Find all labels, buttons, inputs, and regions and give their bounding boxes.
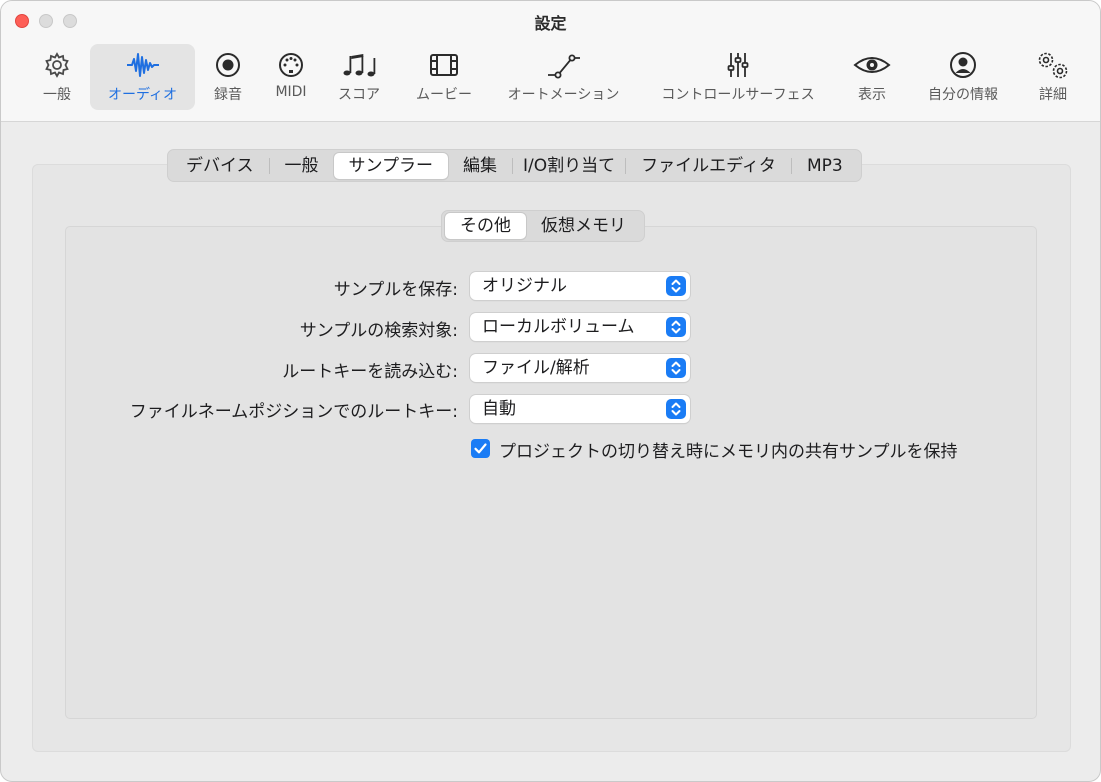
- toolbar-automation[interactable]: オートメーション: [498, 44, 629, 110]
- toolbar-record[interactable]: 録音: [206, 44, 250, 110]
- tab-edit[interactable]: 編集: [448, 153, 512, 179]
- toolbar-advanced[interactable]: 詳細: [1031, 44, 1075, 110]
- film-icon: [410, 50, 478, 80]
- eye-icon: [850, 50, 894, 80]
- keep-shared-samples-label: プロジェクトの切り替え時にメモリ内の共有サンプルを保持: [499, 442, 958, 462]
- toolbar-movie[interactable]: ムービー: [410, 44, 478, 110]
- person-icon: [919, 50, 1007, 80]
- window-title: 設定: [534, 14, 567, 33]
- tab-io-assignments[interactable]: I/O割り当て: [513, 153, 625, 179]
- toolbar-midi[interactable]: MIDI: [266, 44, 316, 110]
- toolbar-view[interactable]: 表示: [850, 44, 894, 110]
- popup-chevron-icon: [666, 358, 686, 378]
- gear-icon: [35, 50, 79, 80]
- keep-shared-samples-checkbox[interactable]: [471, 439, 490, 458]
- midi-port-icon: [266, 50, 316, 80]
- read-root-key-label: ルートキーを読み込む:: [282, 362, 458, 382]
- search-samples-label: サンプルの検索対象:: [299, 321, 458, 341]
- popup-chevron-icon: [666, 399, 686, 419]
- toolbar-control-surfaces[interactable]: コントロールサーフェス: [650, 44, 826, 110]
- search-samples-popup[interactable]: ローカルボリューム: [470, 313, 690, 341]
- tab-sampler[interactable]: サンプラー: [333, 152, 448, 179]
- tab-file-editor[interactable]: ファイルエディタ: [626, 153, 791, 179]
- root-key-from-filename-popup[interactable]: 自動: [470, 395, 690, 423]
- popup-chevron-icon: [666, 317, 686, 337]
- tab-other[interactable]: その他: [445, 213, 526, 239]
- save-samples-popup[interactable]: オリジナル: [470, 272, 690, 300]
- toolbar-audio[interactable]: オーディオ: [90, 44, 195, 110]
- popup-chevron-icon: [666, 276, 686, 296]
- root-key-from-filename-label: ファイルネームポジションでのルートキー:: [129, 402, 458, 422]
- toolbar-score[interactable]: スコア: [333, 44, 385, 110]
- music-notes-icon: [333, 50, 385, 80]
- waveform-icon: [90, 50, 195, 80]
- tab-devices[interactable]: デバイス: [171, 153, 269, 179]
- automation-curve-icon: [498, 50, 629, 80]
- settings-window: 設定 一般 オーディオ 録音 MIDI スコア ムービー オートメーション コン…: [0, 0, 1101, 782]
- gears-icon: [1031, 50, 1075, 80]
- read-root-key-popup[interactable]: ファイル/解析: [470, 354, 690, 382]
- sliders-icon: [650, 50, 826, 80]
- title-toolbar: 設定 一般 オーディオ 録音 MIDI スコア ムービー オートメーション コン…: [1, 1, 1100, 122]
- toolbar-my-info[interactable]: 自分の情報: [919, 44, 1007, 110]
- tab-virtual-memory[interactable]: 仮想メモリ: [526, 213, 641, 239]
- toolbar-general[interactable]: 一般: [35, 44, 79, 110]
- record-icon: [206, 50, 250, 80]
- tab-general[interactable]: 一般: [270, 153, 334, 179]
- tab-mp3[interactable]: MP3: [792, 153, 858, 179]
- sampler-subtab-bar: その他 仮想メモリ: [441, 210, 645, 242]
- save-samples-label: サンプルを保存:: [333, 280, 458, 300]
- audio-tab-bar: デバイス 一般 サンプラー 編集 I/O割り当て ファイルエディタ MP3: [167, 149, 862, 182]
- checkmark-icon: [474, 443, 487, 454]
